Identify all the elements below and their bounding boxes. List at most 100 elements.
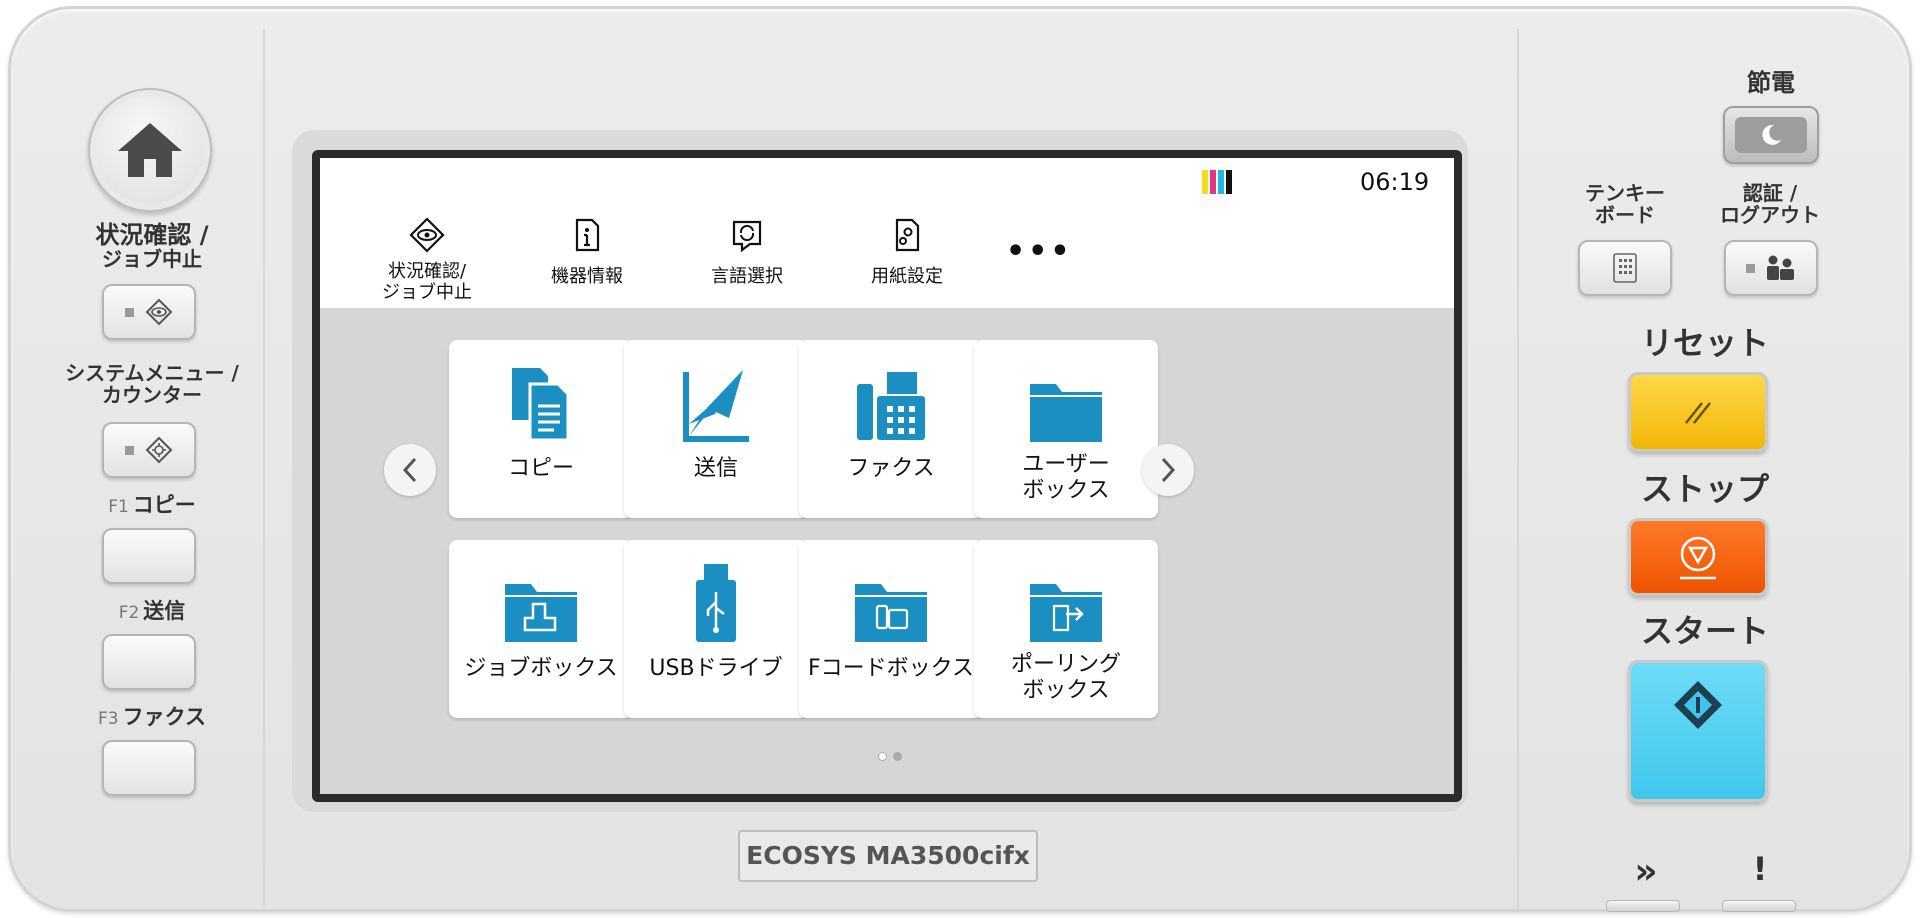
clock: 06:19 xyxy=(1360,168,1430,196)
status-job-cancel-button[interactable] xyxy=(102,284,196,340)
keypad-button[interactable] xyxy=(1578,240,1672,296)
f2-label: F2 送信 xyxy=(72,599,232,623)
keypad-label: テンキー ボード xyxy=(1560,182,1690,226)
start-label: スタート xyxy=(1640,612,1769,650)
info-document-icon xyxy=(575,218,600,252)
energy-saver-face xyxy=(1735,117,1807,153)
tile-polling-box[interactable]: ポーリング ボックス xyxy=(974,540,1158,718)
tile-usb-drive-label: USBドライブ xyxy=(649,656,783,681)
tile-job-box[interactable]: ジョブボックス xyxy=(449,540,633,718)
stop-icon xyxy=(1680,536,1716,580)
f2-key-label: F2 xyxy=(118,603,140,623)
tile-fcode-box[interactable]: Fコードボックス xyxy=(799,540,983,718)
panel-seam-left xyxy=(263,29,265,909)
quick-device-info[interactable]: 機器情報 xyxy=(522,216,652,288)
system-menu-label-line2: カウンター xyxy=(102,383,202,407)
quick-paper-settings-label: 用紙設定 xyxy=(871,266,943,287)
f2-send-button[interactable] xyxy=(102,634,196,690)
attention-indicator-icon: ! xyxy=(1752,850,1768,888)
page-indicator xyxy=(878,752,902,761)
copy-icon xyxy=(512,368,570,442)
auth-label-line2: ログアウト xyxy=(1720,203,1820,227)
tile-fcode-box-label: Fコードボックス xyxy=(808,656,974,681)
language-icon xyxy=(732,220,762,253)
energy-saver-label: 節電 xyxy=(1747,69,1795,97)
f3-fax-button[interactable] xyxy=(102,740,196,796)
processing-indicator-light xyxy=(1606,900,1680,912)
tile-fax-label: ファクス xyxy=(847,456,935,481)
f1-function-label: コピー xyxy=(132,493,196,517)
screen-display: 06:19 状況確認/ ジョブ中止 機器情報 言語選択 用紙設定 ••• コピー… xyxy=(320,158,1454,794)
start-button[interactable] xyxy=(1628,660,1768,802)
quick-language-label: 言語選択 xyxy=(711,266,783,287)
tile-polling-box-label: ポーリング ボックス xyxy=(1010,652,1121,704)
f1-copy-button[interactable] xyxy=(102,528,196,584)
status-label-line1: 状況確認 / xyxy=(95,221,209,249)
toner-yellow xyxy=(1202,170,1208,194)
quick-status-job-cancel[interactable]: 状況確認/ ジョブ中止 xyxy=(362,216,492,303)
start-icon xyxy=(1674,681,1722,729)
f2-function-label: 送信 xyxy=(143,599,186,623)
stop-button[interactable] xyxy=(1628,518,1768,596)
send-icon xyxy=(683,370,749,442)
processing-indicator-icon: » xyxy=(1634,851,1657,892)
system-menu-button[interactable] xyxy=(102,422,196,478)
auth-logout-button[interactable] xyxy=(1724,240,1818,296)
more-menu-button[interactable]: ••• xyxy=(1006,234,1073,269)
model-name-plate: ECOSYS MA3500cifx xyxy=(738,830,1038,882)
toner-cyan xyxy=(1218,170,1224,194)
touch-screen: 06:19 状況確認/ ジョブ中止 機器情報 言語選択 用紙設定 ••• コピー… xyxy=(312,150,1462,802)
reset-button[interactable] xyxy=(1628,372,1768,452)
tile-fax[interactable]: ファクス xyxy=(799,340,983,518)
stop-label: ストップ xyxy=(1640,470,1769,508)
system-menu-label-line1: システムメニュー / xyxy=(65,361,239,385)
status-job-cancel-label: 状況確認 / ジョブ中止 xyxy=(72,221,232,272)
home-icon xyxy=(118,123,182,177)
tile-copy-label: コピー xyxy=(507,456,574,481)
tile-send[interactable]: 送信 xyxy=(624,340,808,518)
toner-level-indicator xyxy=(1202,170,1232,194)
auth-label-line1: 認証 / xyxy=(1742,181,1798,205)
paper-settings-icon xyxy=(895,218,920,252)
tile-user-box-label: ユーザー ボックス xyxy=(1022,452,1110,504)
reset-label: リセット xyxy=(1640,324,1769,362)
status-label-line2: ジョブ中止 xyxy=(102,247,202,272)
page-dot-2 xyxy=(893,752,902,761)
system-menu-label: システムメニュー / カウンター xyxy=(52,362,252,406)
auth-led xyxy=(1745,263,1755,273)
f3-function-label: ファクス xyxy=(122,705,206,729)
quick-device-info-label: 機器情報 xyxy=(551,266,623,287)
f3-label: F3 ファクス xyxy=(72,705,232,729)
toner-black xyxy=(1226,170,1232,194)
usb-drive-icon xyxy=(696,564,736,642)
home-button[interactable] xyxy=(88,88,212,212)
fax-icon xyxy=(857,372,925,440)
tile-usb-drive[interactable]: USBドライブ xyxy=(624,540,808,718)
quick-status-label: 状況確認/ ジョブ中止 xyxy=(382,261,472,303)
page-prev-button[interactable] xyxy=(384,444,436,496)
users-icon xyxy=(1766,255,1794,280)
f1-label: F1 コピー xyxy=(72,493,232,517)
job-box-folder-icon xyxy=(505,584,577,642)
f1-key-label: F1 xyxy=(108,497,129,517)
chevron-left-icon xyxy=(402,457,417,483)
chevron-right-icon xyxy=(1161,457,1176,483)
gear-diamond-icon xyxy=(145,436,172,464)
page-next-button[interactable] xyxy=(1142,444,1194,496)
keypad-label-line2: ボード xyxy=(1595,203,1655,227)
system-menu-led xyxy=(124,445,134,455)
fcode-box-folder-icon xyxy=(855,584,927,642)
eye-diamond-icon xyxy=(145,298,172,326)
folder-icon xyxy=(1030,384,1102,442)
tile-copy[interactable]: コピー xyxy=(449,340,633,518)
tile-user-box[interactable]: ユーザー ボックス xyxy=(974,340,1158,518)
panel-seam-right xyxy=(1517,29,1519,909)
quick-access-bar: 06:19 状況確認/ ジョブ中止 機器情報 言語選択 用紙設定 ••• xyxy=(320,158,1454,308)
tile-send-label: 送信 xyxy=(693,456,738,481)
auth-logout-label: 認証 / ログアウト xyxy=(1700,182,1840,226)
keypad-label-line1: テンキー xyxy=(1585,181,1665,205)
polling-box-folder-icon xyxy=(1030,584,1102,642)
energy-saver-button[interactable] xyxy=(1723,106,1819,164)
quick-language-select[interactable]: 言語選択 xyxy=(682,216,812,288)
quick-paper-settings[interactable]: 用紙設定 xyxy=(842,216,972,288)
